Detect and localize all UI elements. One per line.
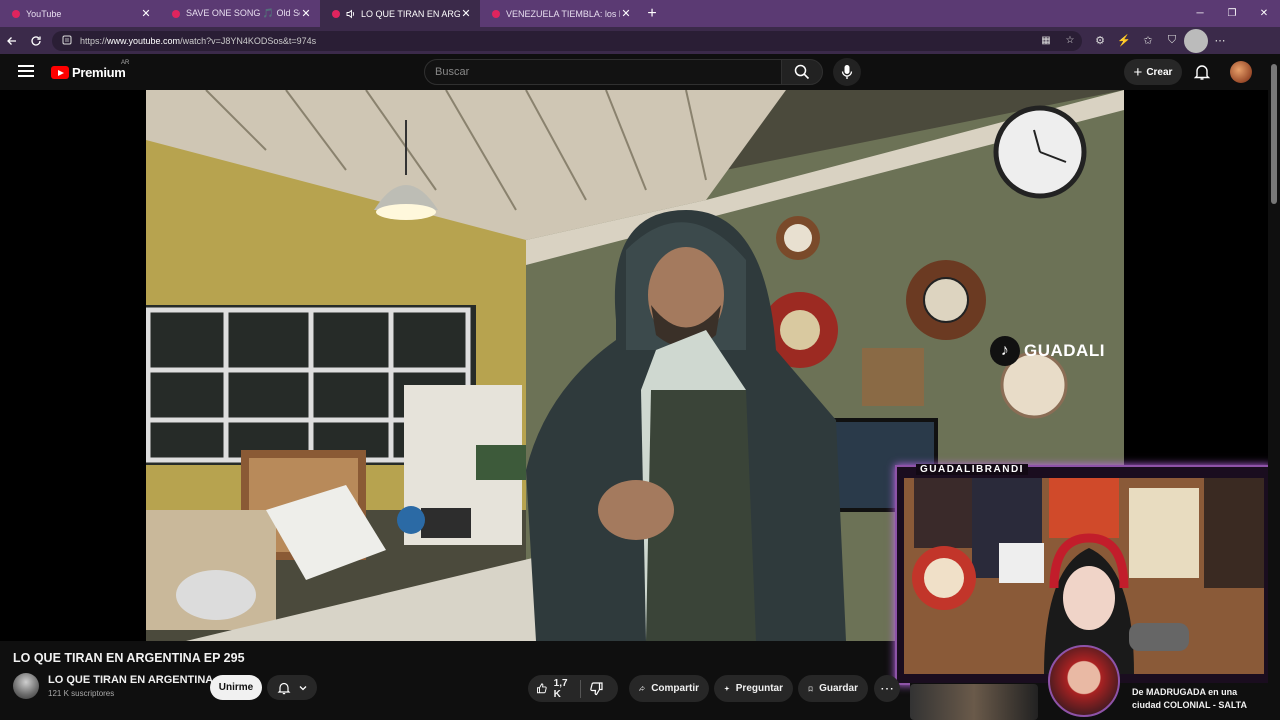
tab-title: SAVE ONE SONG 🎵 Old Song vs	[186, 8, 300, 18]
tab-youtube[interactable]: YouTube ✕	[0, 0, 160, 27]
watermark-text: GUADALI	[1024, 341, 1105, 360]
close-tab-icon[interactable]: ✕	[620, 7, 632, 20]
youtube-favicon-icon	[492, 9, 500, 18]
create-button[interactable]: + Crear	[1124, 59, 1182, 85]
bell-icon	[277, 682, 290, 694]
close-tab-icon[interactable]: ✕	[140, 7, 152, 20]
window-controls: ─ ❐ ✕	[1184, 0, 1280, 27]
new-tab-button[interactable]: +	[640, 0, 664, 27]
youtube-header: Premium AR Buscar + Crear	[0, 54, 1280, 90]
tab-venezuela-tiembla[interactable]: VENEZUELA TIEMBLA: los héroes c ✕	[480, 0, 640, 27]
chevron-down-icon	[299, 685, 306, 690]
thumbs-down-icon	[590, 682, 603, 696]
url-bar[interactable]: https://www.youtube.com/watch?v=J8YN4KOD…	[52, 30, 1082, 51]
search-input[interactable]: Buscar	[424, 59, 782, 85]
favorites-icon[interactable]: ✩	[1136, 29, 1160, 53]
recommendation-title-line-1: De MADRUGADA en una	[1132, 687, 1238, 697]
recommendation-title[interactable]: De MADRUGADA en una ciudad COLONIAL - SA…	[1132, 686, 1247, 712]
tiktok-logo-icon: ♪	[990, 336, 1020, 366]
url-host: www.youtube.com	[107, 35, 181, 46]
youtube-favicon-icon	[332, 9, 340, 18]
share-icon	[639, 685, 645, 691]
search-button[interactable]	[781, 59, 823, 85]
logo-text: Premium	[72, 65, 126, 80]
bookmark-icon	[808, 686, 813, 692]
browser-tab-strip: YouTube ✕ SAVE ONE SONG 🎵 Old Song vs ✕ …	[0, 0, 1280, 27]
close-window-button[interactable]: ✕	[1248, 0, 1280, 27]
close-tab-icon[interactable]: ✕	[460, 7, 472, 20]
profile-avatar[interactable]	[1184, 28, 1208, 53]
plus-icon: +	[1133, 63, 1143, 81]
like-button[interactable]: 1,7 K	[528, 675, 580, 702]
streamer-avatar-image	[1048, 645, 1120, 717]
recommendation-title-line-2: ciudad COLONIAL - SALTA	[1132, 700, 1247, 710]
reload-button[interactable]	[24, 29, 48, 53]
search-icon	[794, 64, 810, 80]
tab-save-one-song[interactable]: SAVE ONE SONG 🎵 Old Song vs ✕	[160, 0, 320, 27]
hamburger-menu-icon[interactable]	[18, 65, 34, 77]
back-arrow-icon	[7, 36, 16, 45]
subscription-notifications-button[interactable]	[267, 675, 317, 700]
tab-title: VENEZUELA TIEMBLA: los héroes c	[506, 8, 620, 19]
video-title: LO QUE TIRAN EN ARGENTINA EP 295	[13, 651, 245, 665]
more-actions-button[interactable]: ⋯	[874, 675, 900, 702]
tab-lo-que-tiran[interactable]: LO QUE TIRAN EN ARGENTINA ✕	[320, 0, 480, 27]
account-avatar[interactable]	[1230, 61, 1252, 83]
youtube-premium-logo[interactable]: Premium AR	[51, 60, 129, 80]
profile-avatar-image	[1184, 28, 1208, 53]
url-text: https://www.youtube.com/watch?v=J8YN4KOD…	[80, 36, 316, 46]
share-label: Compartir	[651, 683, 699, 694]
settings-more-icon[interactable]: ⋯	[1208, 29, 1232, 53]
back-button[interactable]	[0, 29, 24, 53]
create-label: Crear	[1146, 66, 1173, 78]
dislike-button[interactable]	[581, 675, 618, 702]
close-tab-icon[interactable]: ✕	[300, 7, 312, 20]
tab-title: LO QUE TIRAN EN ARGENTINA	[361, 8, 460, 19]
channel-name[interactable]: LO QUE TIRAN EN ARGENTINA	[48, 674, 213, 686]
url-bar-actions: ▦ ☆	[1034, 35, 1082, 46]
thumbs-up-icon	[537, 683, 547, 694]
reload-icon	[31, 35, 41, 46]
speaker-icon[interactable]	[346, 9, 356, 19]
subscriber-count: 121 K suscriptores	[48, 689, 115, 698]
youtube-favicon-icon	[172, 9, 180, 18]
apps-icon[interactable]: ▦	[1034, 35, 1058, 46]
voice-search-button[interactable]	[833, 58, 861, 86]
like-dislike-group: 1,7 K	[528, 675, 618, 702]
microphone-icon	[841, 65, 853, 79]
toolbar-extensions: ⚙ ⚡ ✩ ⛉ ⋯	[1088, 28, 1232, 53]
extension-icon[interactable]: ⚙	[1088, 29, 1112, 53]
tab-title: YouTube	[26, 8, 62, 19]
url-path: /watch?v=J8YN4KODSos&t=974s	[180, 35, 317, 46]
notifications-bell-icon[interactable]	[1193, 63, 1211, 81]
sparkle-icon	[724, 685, 730, 692]
scrollbar-thumb[interactable]	[1271, 64, 1277, 204]
browser-essentials-icon[interactable]: ⚡	[1112, 29, 1136, 53]
site-info-icon[interactable]	[62, 35, 72, 47]
youtube-play-logo-icon	[51, 66, 69, 79]
url-prefix: https://	[80, 35, 108, 46]
save-button[interactable]: Guardar	[798, 675, 868, 702]
share-button[interactable]: Compartir	[629, 675, 709, 702]
youtube-favicon-icon	[12, 9, 20, 18]
restore-button[interactable]: ❐	[1216, 0, 1248, 27]
tiktok-watermark: ♪ GUADALI	[990, 336, 1105, 366]
like-count: 1,7 K	[553, 677, 568, 700]
ask-button[interactable]: Preguntar	[714, 675, 793, 702]
streamer-name-label: GUADALIBRANDI	[916, 464, 1028, 475]
address-bar-row: https://www.youtube.com/watch?v=J8YN4KOD…	[0, 27, 1280, 54]
shield-icon[interactable]: ⛉	[1160, 29, 1184, 53]
minimize-button[interactable]: ─	[1184, 0, 1216, 27]
page-scrollbar[interactable]	[1268, 54, 1280, 720]
recommendation-thumbnail[interactable]	[910, 684, 1038, 720]
ask-label: Preguntar	[735, 683, 783, 694]
join-button[interactable]: Unirme	[210, 675, 262, 700]
favorite-star-icon[interactable]: ☆	[1058, 35, 1082, 46]
save-label: Guardar	[819, 683, 858, 694]
channel-avatar[interactable]	[13, 673, 39, 699]
country-code: AR	[121, 60, 130, 66]
